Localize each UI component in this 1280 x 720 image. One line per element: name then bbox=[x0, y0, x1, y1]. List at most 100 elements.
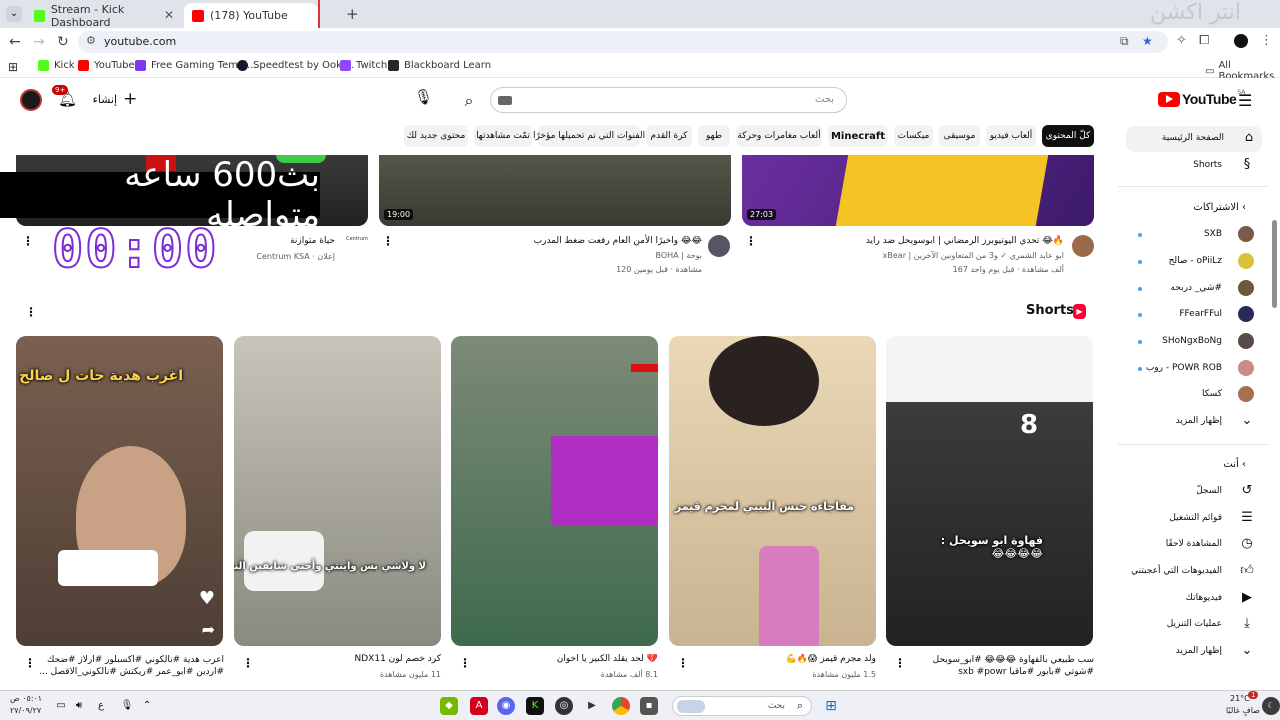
omnibox[interactable]: ⚙ youtube.com ⧉ ★ bbox=[78, 31, 1168, 53]
sidebar-item-subscription[interactable]: صالح - oPiiLz bbox=[1118, 249, 1268, 275]
more-options-icon[interactable]: ⋮ bbox=[459, 656, 471, 670]
reload-button[interactable]: ↻ bbox=[57, 34, 69, 50]
short-title[interactable]: 💔 لحد يقلد الكبير يا اخوان bbox=[471, 654, 658, 664]
close-icon[interactable]: ✕ bbox=[164, 8, 174, 22]
video-channel[interactable]: BOHA | بوحة bbox=[655, 251, 702, 260]
kick-app-icon[interactable]: K bbox=[526, 697, 544, 715]
bookmark-speedtest[interactable]: Speedtest by Ookl... bbox=[237, 60, 354, 71]
chip-football[interactable]: كرة القدم bbox=[646, 125, 692, 147]
new-tab-button[interactable]: + bbox=[346, 5, 359, 23]
sidebar-item-subscription[interactable]: كسكا bbox=[1118, 382, 1268, 408]
cast-icon[interactable]: ⧉ bbox=[1120, 34, 1129, 49]
video-thumbnail[interactable]: 19:00 bbox=[379, 155, 731, 226]
sidebar-item-history[interactable]: السجلّ ↺ bbox=[1118, 479, 1268, 505]
more-options-icon[interactable]: ⋮ bbox=[24, 656, 36, 670]
keyboard-icon[interactable] bbox=[498, 96, 512, 105]
notifications-bell-icon[interactable]: 🔔︎ 9+ bbox=[52, 85, 77, 108]
create-button[interactable]: إنشاء + bbox=[90, 88, 140, 110]
sidebar-item-subscription[interactable]: SHoNgxBoNg bbox=[1118, 329, 1268, 355]
chip-minecraft[interactable]: Minecraft bbox=[828, 125, 888, 147]
more-options-icon[interactable]: ⋮ bbox=[677, 656, 689, 670]
extension-icon[interactable]: ✧ bbox=[1176, 33, 1187, 48]
microphone-icon[interactable]: 🎙︎ bbox=[118, 697, 136, 715]
taskbar-time[interactable]: ٠٥:٠١ ص bbox=[10, 694, 42, 703]
chip-action-adventure[interactable]: ألعاب مغامرات وحركة bbox=[736, 125, 822, 147]
chevron-up-icon[interactable]: ⌃ bbox=[138, 697, 156, 715]
sidebar-item-downloads[interactable]: عمليات التنزيل ⤓ bbox=[1118, 612, 1268, 638]
chip-cooking[interactable]: طهو bbox=[698, 125, 730, 147]
forward-button[interactable]: → bbox=[33, 34, 45, 50]
tab-youtube[interactable]: (178) YouTube bbox=[184, 3, 318, 28]
short-title[interactable]: اعرب هدية #نالكوني #اكسبلور #ارلاز #ضحك … bbox=[36, 654, 224, 678]
discord-icon[interactable]: ◉ bbox=[497, 697, 515, 715]
youtube-logo[interactable]: YouTube SA bbox=[1158, 89, 1245, 107]
sidebar-show-more[interactable]: إظهار المزيد ⌄ bbox=[1118, 639, 1268, 665]
video-channel[interactable]: xBear | ابو عابد الشمري ✓ و3 من المتعاون… bbox=[883, 251, 1064, 260]
more-options-icon[interactable]: ⋮ bbox=[22, 234, 34, 248]
short-title[interactable]: ولد مجرم قيمز 😱🔥💪 bbox=[689, 654, 876, 664]
page-scrollbar[interactable] bbox=[1272, 220, 1277, 308]
short-thumbnail[interactable] bbox=[451, 336, 658, 646]
hamburger-menu-icon[interactable]: ☰ bbox=[1238, 91, 1252, 110]
chip-video-games[interactable]: ألعاب فيديو bbox=[986, 125, 1036, 147]
bookmark-twitch[interactable]: Twitch bbox=[340, 60, 387, 71]
short-thumbnail[interactable]: لا ولاشي بس واينتي وأحتى شايفين النتظر 😂… bbox=[234, 336, 441, 646]
account-avatar[interactable] bbox=[20, 89, 42, 111]
voice-search-mic-icon[interactable]: 🎙︎ bbox=[414, 88, 433, 110]
app-icon[interactable]: ▪ bbox=[640, 697, 658, 715]
sidebar-item-playlists[interactable]: قوائم التشغيل ☰ bbox=[1118, 506, 1268, 532]
chip-watched[interactable]: تمّت مشاهدتها bbox=[474, 125, 532, 147]
search-input[interactable]: بحث bbox=[490, 87, 847, 113]
more-options-icon[interactable]: ⋮ bbox=[242, 656, 254, 670]
bookmark-star-icon[interactable]: ★ bbox=[1142, 34, 1153, 48]
taskbar-date[interactable]: ٢٧/٠٩/٢٧ bbox=[10, 706, 41, 715]
nvidia-icon[interactable]: ◆ bbox=[440, 697, 458, 715]
taskbar-search[interactable]: بحث ⌕ bbox=[672, 696, 812, 716]
sidebar-show-more[interactable]: إظهار المزيد ⌄ bbox=[1118, 409, 1268, 435]
share-icon[interactable]: ➦ bbox=[202, 620, 215, 639]
video-thumbnail[interactable]: 27:03 bbox=[742, 155, 1094, 226]
chip-music[interactable]: موسيقى bbox=[939, 125, 980, 147]
obs-icon[interactable]: ◎ bbox=[555, 697, 573, 715]
more-options-icon[interactable]: ⋮ bbox=[894, 656, 906, 670]
like-heart-icon[interactable]: ♥ bbox=[199, 588, 215, 609]
sidebar-item-home[interactable]: الصفحة الرئيسية ⌂ bbox=[1126, 126, 1262, 152]
video-channel[interactable]: Centrum KSA · إعلان bbox=[256, 252, 335, 261]
media-icon[interactable]: ▶ bbox=[583, 697, 601, 715]
tab-kick-dashboard[interactable]: Stream - Kick Dashboard ✕ bbox=[26, 3, 182, 29]
sidebar-item-shorts[interactable]: Shorts § bbox=[1118, 153, 1268, 179]
short-title[interactable]: سب طبيعي بالفهاوة 😂😂😂 #ابو_سويحل #شوتي #… bbox=[906, 654, 1094, 678]
chip-all[interactable]: كلّ المحتوى bbox=[1042, 125, 1094, 147]
windows-start-icon[interactable]: ⊞ bbox=[822, 697, 840, 715]
profile-avatar[interactable] bbox=[1234, 34, 1248, 48]
video-title[interactable]: تحدي اليوتيوبرز الرمضاني | ابوسويحل ضد ر… bbox=[866, 236, 1064, 246]
sidebar-item-subscription[interactable]: SXB bbox=[1118, 222, 1268, 248]
short-title[interactable]: كرد خصم لون NDX11 bbox=[254, 654, 441, 664]
tab-search-dropdown[interactable]: ⌄ bbox=[6, 6, 22, 22]
volume-icon[interactable]: 🔊︎ bbox=[70, 697, 88, 715]
short-thumbnail[interactable]: مفاجاءه جنس البيبي لمجرم قيمز bbox=[669, 336, 876, 646]
channel-avatar[interactable]: Centrum bbox=[346, 236, 368, 250]
subscriptions-header[interactable]: الاشتراكات ‹ bbox=[1193, 202, 1246, 213]
sidebar-item-subscription[interactable]: FFearFFul bbox=[1118, 302, 1268, 328]
chip-mixes[interactable]: ميكسات bbox=[894, 125, 933, 147]
sidebar-item-watch-later[interactable]: المشاهدة لاحقًا ◷ bbox=[1118, 532, 1268, 558]
notifications-icon[interactable]: ▭ bbox=[52, 697, 70, 715]
back-button[interactable]: ← bbox=[9, 34, 21, 50]
sidebar-item-subscription[interactable]: روب - POWR ROB bbox=[1118, 356, 1268, 382]
browser-menu-icon[interactable]: ⋮ bbox=[1260, 33, 1273, 48]
weather-desc[interactable]: صافٍ غالبًا bbox=[1226, 706, 1260, 715]
weather-temp[interactable]: 21°C bbox=[1230, 694, 1250, 703]
adobe-icon[interactable]: A bbox=[470, 697, 488, 715]
bookmark-youtube[interactable]: YouTube bbox=[78, 60, 135, 71]
video-title[interactable]: واخيرًا الأمن العام رفعت ضغط المدرب 😂😂 bbox=[534, 236, 702, 246]
more-options-icon[interactable]: ⋮ bbox=[745, 234, 757, 248]
extensions-puzzle-icon[interactable]: ⧠ bbox=[1199, 33, 1209, 48]
chip-recently-uploaded[interactable]: الفنوات التي تم تحميلها مؤخرًا bbox=[533, 125, 645, 147]
short-thumbnail[interactable]: اغرب هدية جات ل صالح صدمتني معه 😂😂 ♥ ➦ bbox=[16, 336, 223, 646]
bookmark-blackboard[interactable]: Blackboard Learn bbox=[388, 60, 491, 71]
sidebar-item-subscription[interactable]: شي_ دربحه# bbox=[1118, 276, 1268, 302]
site-info-icon[interactable]: ⚙ bbox=[86, 34, 96, 47]
bookmark-kick[interactable]: Kick bbox=[38, 60, 75, 71]
chip-new-to-you[interactable]: محتوى جديد لك bbox=[404, 125, 468, 147]
